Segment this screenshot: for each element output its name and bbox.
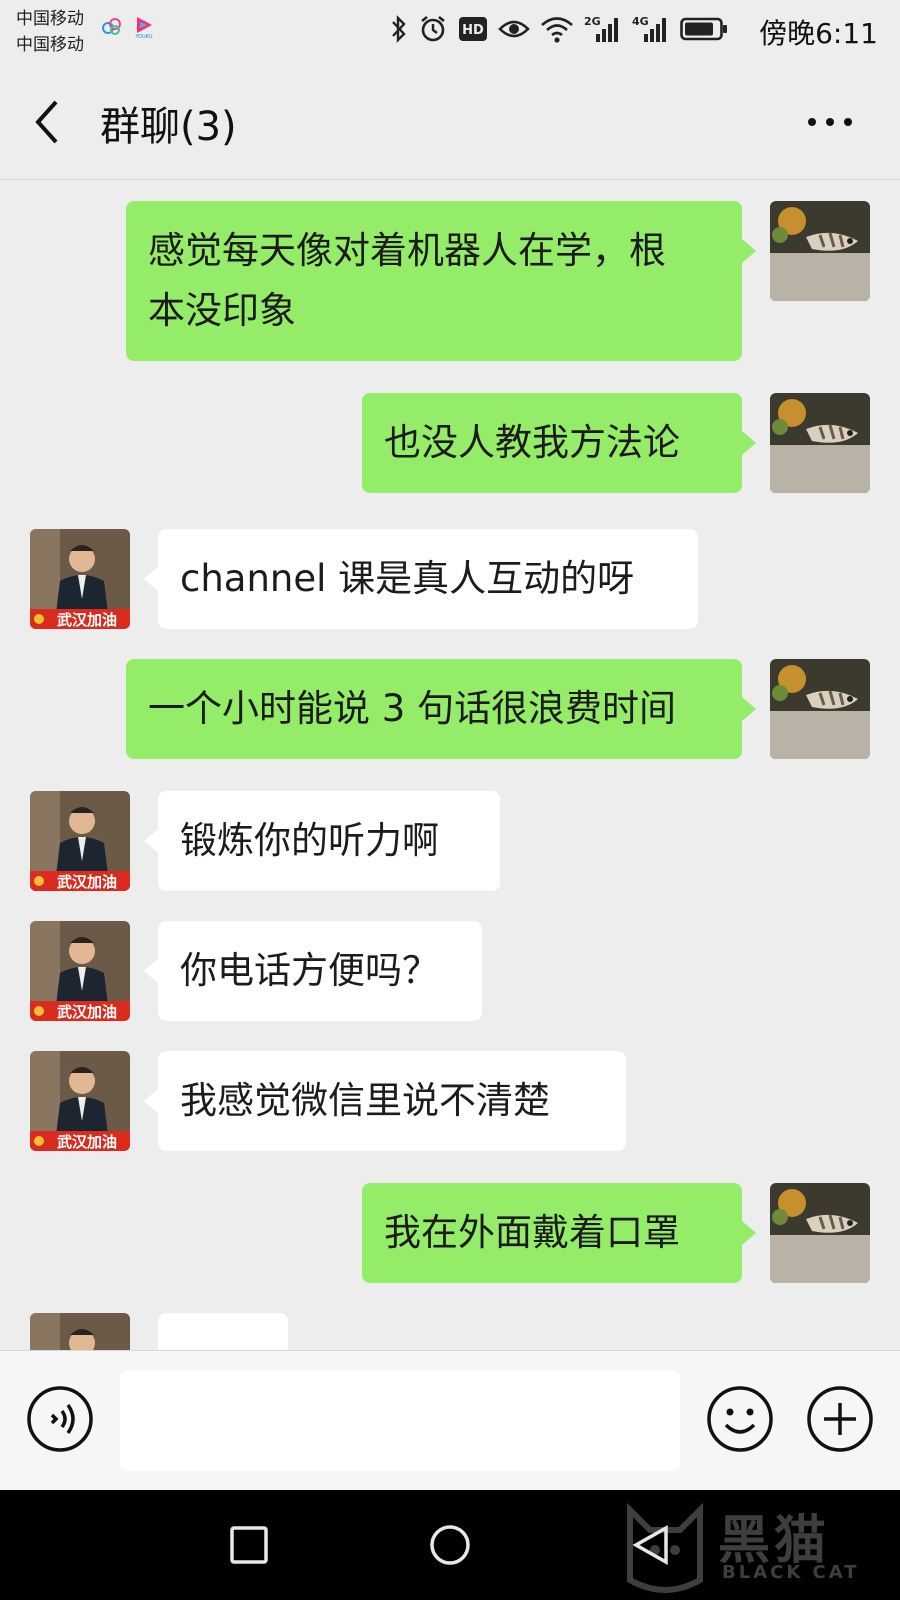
chevron-left-icon bbox=[35, 100, 58, 144]
svg-text:2G: 2G bbox=[584, 15, 601, 28]
eye-icon bbox=[498, 20, 530, 38]
plus-circle-icon bbox=[807, 1386, 873, 1452]
message-row: 武汉加油 你电话方便吗？ bbox=[0, 921, 900, 1021]
message-text-line: 也没人教我方法论 bbox=[384, 421, 680, 464]
message-row: 感觉每天像对着机器人在学，根 本没印象 bbox=[0, 201, 900, 361]
bubble-tail bbox=[742, 1221, 756, 1245]
message-row: 我在外面戴着口罩 bbox=[0, 1183, 900, 1283]
alarm-icon bbox=[421, 15, 445, 42]
my-avatar[interactable] bbox=[770, 1183, 870, 1283]
svg-text:4G: 4G bbox=[632, 15, 649, 28]
message-row: 一个小时能说 3 句话很浪费时间 bbox=[0, 659, 900, 759]
my-avatar[interactable] bbox=[770, 393, 870, 493]
carrier-2: 中国移动 bbox=[16, 35, 84, 55]
bluetooth-icon bbox=[392, 15, 406, 43]
my-avatar[interactable] bbox=[770, 201, 870, 301]
carrier-info: 中国移动 中国移动 bbox=[16, 6, 84, 58]
contact-avatar[interactable]: 武汉加油 bbox=[30, 921, 130, 1021]
emoji-button[interactable] bbox=[706, 1385, 774, 1453]
message-bubble[interactable]: 我感觉微信里说不清楚 bbox=[158, 1051, 626, 1151]
bubble-tail bbox=[144, 959, 158, 983]
recent-apps-button[interactable] bbox=[224, 1520, 274, 1570]
emoji-icon bbox=[707, 1386, 773, 1452]
svg-text:武汉加油: 武汉加油 bbox=[57, 1003, 117, 1021]
my-avatar[interactable] bbox=[770, 659, 870, 759]
svg-text:YOUKU: YOUKU bbox=[134, 34, 153, 38]
message-text-line: 一个小时能说 3 句话很浪费时间 bbox=[148, 687, 677, 730]
home-button[interactable] bbox=[425, 1520, 475, 1570]
signal-2g-icon: 2G bbox=[584, 15, 618, 42]
more-dots-icon bbox=[808, 118, 852, 126]
message-row: 武汉加油 锻炼你的听力啊 bbox=[0, 791, 900, 891]
wifi-icon bbox=[541, 17, 573, 43]
message-bubble[interactable]: channel 课是真人互动的呀 bbox=[158, 529, 698, 629]
chat-header: 群聊(3) bbox=[0, 62, 900, 180]
svg-text:武汉加油: 武汉加油 bbox=[57, 1133, 117, 1151]
bubble-tail bbox=[742, 239, 756, 263]
more-button[interactable] bbox=[800, 102, 860, 142]
svg-text:武汉加油: 武汉加油 bbox=[57, 611, 117, 629]
message-row: 武汉加油 我感觉微信里说不清楚 bbox=[0, 1051, 900, 1151]
message-text-line: 感觉每天像对着机器人在学，根 bbox=[148, 229, 666, 272]
contact-avatar[interactable]: 武汉加油 bbox=[30, 791, 130, 891]
notification-icons: YOUKU bbox=[100, 14, 156, 38]
status-bar: 中国移动 中国移动 YOUKU HD 2G 4G 傍晚6:11 bbox=[0, 0, 900, 62]
system-icons: HD 2G 4G bbox=[390, 14, 728, 44]
message-bubble[interactable]: 锻炼你的听力啊 bbox=[158, 791, 500, 891]
contact-avatar[interactable] bbox=[30, 1313, 130, 1350]
black-cat-logo-icon bbox=[627, 1502, 703, 1593]
carrier-1: 中国移动 bbox=[16, 9, 84, 29]
youku-icon: YOUKU bbox=[134, 17, 153, 38]
message-text-line: channel 课是真人互动的呀 bbox=[180, 557, 635, 600]
watermark: 黑猫 BLACK CAT bbox=[600, 1490, 900, 1600]
hd-icon: HD bbox=[459, 17, 487, 41]
plus-button[interactable] bbox=[806, 1385, 874, 1453]
signal-4g-icon: 4G bbox=[632, 15, 666, 42]
message-text-line: 锻炼你的听力啊 bbox=[180, 819, 439, 862]
back-button[interactable] bbox=[22, 90, 78, 154]
home-icon bbox=[430, 1525, 470, 1565]
message-bubble[interactable]: 我在外面戴着口罩 bbox=[362, 1183, 742, 1283]
recent-apps-icon bbox=[230, 1526, 268, 1564]
battery-icon bbox=[680, 17, 727, 41]
message-text-line: 本没印象 bbox=[148, 289, 296, 332]
contact-avatar[interactable]: 武汉加油 bbox=[30, 1051, 130, 1151]
navigation-bar: 黑猫 BLACK CAT bbox=[0, 1490, 900, 1600]
baidu-cloud-icon bbox=[102, 18, 121, 35]
message-text-line: 你电话方便吗？ bbox=[180, 949, 439, 992]
message-text-line: 我在外面戴着口罩 bbox=[384, 1211, 680, 1254]
watermark-subtext: BLACK CAT bbox=[722, 1562, 860, 1583]
input-bar bbox=[0, 1350, 900, 1490]
message-row: 武汉加油 channel 课是真人互动的呀 bbox=[0, 529, 900, 629]
message-bubble[interactable]: 也没人教我方法论 bbox=[362, 393, 742, 493]
bubble-tail bbox=[742, 697, 756, 721]
message-bubble[interactable]: 一个小时能说 3 句话很浪费时间 bbox=[126, 659, 742, 759]
page-title: 群聊(3) bbox=[100, 104, 237, 150]
message-row bbox=[0, 1313, 900, 1350]
message-bubble[interactable]: 你电话方便吗？ bbox=[158, 921, 482, 1021]
message-row: 也没人教我方法论 bbox=[0, 393, 900, 493]
message-bubble[interactable]: 感觉每天像对着机器人在学，根 本没印象 bbox=[126, 201, 742, 361]
message-input[interactable] bbox=[120, 1371, 680, 1471]
message-list[interactable]: 感觉每天像对着机器人在学，根 本没印象 也没人教我方法论 武汉加油 channe… bbox=[0, 181, 900, 1350]
clock: 傍晚6:11 bbox=[759, 17, 878, 50]
message-bubble[interactable] bbox=[158, 1313, 288, 1350]
voice-button[interactable] bbox=[26, 1385, 94, 1453]
bubble-tail bbox=[144, 1089, 158, 1113]
message-text-line: 我感觉微信里说不清楚 bbox=[180, 1079, 550, 1122]
bubble-tail bbox=[144, 567, 158, 591]
bubble-tail bbox=[144, 829, 158, 853]
svg-text:HD: HD bbox=[462, 23, 484, 38]
svg-text:武汉加油: 武汉加油 bbox=[57, 873, 117, 891]
voice-icon bbox=[27, 1386, 93, 1452]
bubble-tail bbox=[742, 431, 756, 455]
contact-avatar[interactable]: 武汉加油 bbox=[30, 529, 130, 629]
